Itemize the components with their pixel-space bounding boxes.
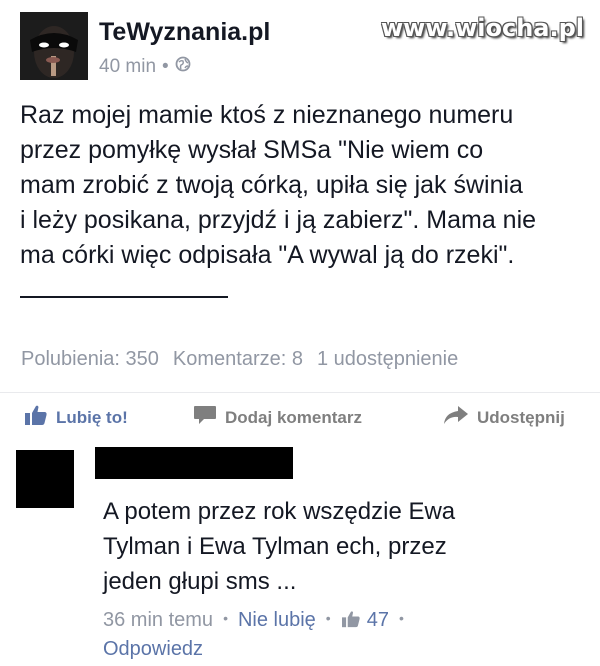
post-text-line: przez pomyłkę wysłał SMSa "Nie wiem co [20, 136, 484, 164]
share-button[interactable]: Udostępnij [443, 404, 565, 431]
page-avatar[interactable] [20, 12, 88, 80]
page-name[interactable]: TeWyznania.pl [99, 18, 270, 47]
comment-time[interactable]: 36 min temu [103, 609, 213, 631]
likes-count[interactable]: Polubienia: 350 [21, 348, 159, 371]
action-bar: Lubię to! Dodaj komentarz Udostępnij [0, 400, 600, 436]
meta-dot: • [325, 610, 331, 626]
post-meta: 40 min • [99, 56, 191, 78]
facebook-post: TeWyznania.pl 40 min • www.wiocha.pl Raz… [0, 0, 600, 666]
share-label: Udostępnij [477, 407, 565, 427]
comment-button[interactable]: Dodaj komentarz [193, 404, 362, 431]
commenter-avatar-redacted[interactable] [16, 450, 74, 508]
meta-dot: • [162, 56, 169, 77]
like-count-value: 47 [366, 609, 389, 631]
masked-face-image [20, 12, 88, 80]
post-body: Raz mojej mamie ktoś z nieznanego numeru… [20, 98, 585, 308]
post-time[interactable]: 40 min [99, 56, 156, 78]
post-text-line: mam zrobić z twoją córką, upiła się jak … [20, 171, 523, 199]
post-stats: Polubienia: 350 Komentarze: 8 1 udostępn… [21, 348, 458, 371]
divider [0, 392, 600, 393]
comment-text-line: A potem przez rok wszędzie Ewa [103, 498, 456, 525]
underline-divider [20, 278, 228, 298]
share-arrow-icon [443, 404, 469, 431]
post-text-line: i leży posikana, przyjdź i ją zabierz". … [20, 206, 537, 234]
shares-count[interactable]: 1 udostępnienie [317, 348, 458, 371]
comments-count[interactable]: Komentarze: 8 [173, 348, 303, 371]
thumbs-up-icon [24, 404, 48, 431]
comment-meta: 36 min temu • Nie lubię • 47 • Odpowiedz [103, 606, 583, 663]
globe-icon [175, 56, 191, 78]
like-label: Lubię to! [56, 407, 128, 427]
comment-text-line: jeden głupi sms ... [103, 568, 297, 595]
speech-bubble-icon [193, 404, 217, 431]
unlike-link[interactable]: Nie lubię [238, 609, 316, 631]
post-text-line: ma córki więc odpisała "A wywal ją do rz… [20, 241, 515, 269]
comment-text-line: Tylman i Ewa Tylman ech, przez [103, 533, 447, 560]
post-text-line: Raz mojej mamie ktoś z nieznanego numeru [20, 101, 514, 129]
meta-dot: • [223, 610, 228, 626]
comment-like-count[interactable]: 47 [341, 609, 389, 631]
like-button[interactable]: Lubię to! [24, 404, 128, 431]
meta-dot: • [398, 610, 404, 626]
reply-link[interactable]: Odpowiedz [103, 638, 203, 660]
commenter-name-redacted[interactable] [95, 447, 293, 479]
comment-body: A potem przez rok wszędzie Ewa Tylman i … [103, 494, 533, 599]
watermark: www.wiocha.pl [380, 14, 584, 42]
thumbs-up-icon [341, 611, 360, 628]
comment-label: Dodaj komentarz [225, 407, 362, 427]
